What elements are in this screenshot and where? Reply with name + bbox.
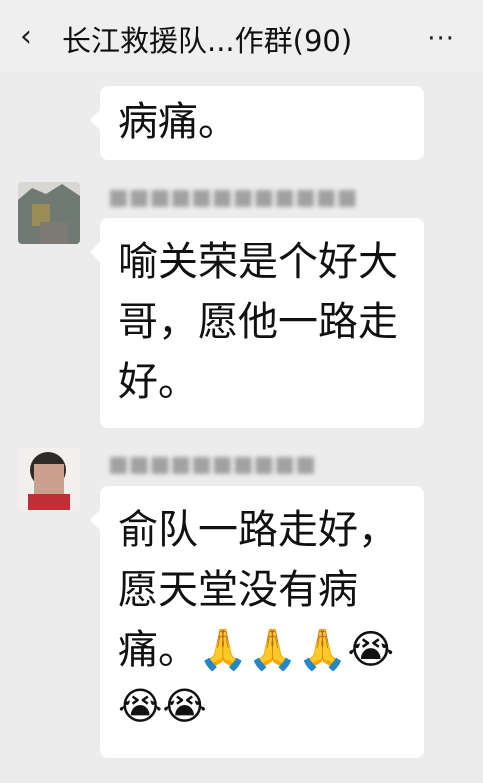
message-2-line-3: 好。	[118, 359, 198, 405]
avatar-sender-3[interactable]	[18, 448, 80, 510]
back-arrow-icon[interactable]: ‹	[20, 22, 50, 52]
message-bubble-3[interactable]: 俞队一路走好， 愿天堂没有病 痛。🙏🙏🙏😭 😭😭	[90, 486, 424, 758]
message-3-line-4: 😭😭	[118, 684, 207, 728]
message-3-line-2: 愿天堂没有病	[118, 567, 358, 613]
message-3-line-1: 俞队一路走好，	[118, 507, 398, 553]
avatar-image-3	[18, 448, 80, 510]
message-2-line-1: 喻关荣是个好大	[118, 239, 398, 285]
chat-title: 长江救援队...作群(90)	[62, 24, 353, 58]
message-bubble-1[interactable]: 病痛。	[90, 86, 424, 160]
more-options-icon[interactable]: ···	[427, 24, 455, 54]
message-2-line-2: 哥，愿他一路走	[118, 299, 398, 345]
sender-name-2: ■■■■■■■■■■■■	[108, 185, 358, 210]
avatar-sender-2[interactable]	[18, 182, 80, 244]
message-1-line-1: 病痛。	[118, 99, 238, 145]
chat-header: ‹ 长江救援队...作群(90) ···	[0, 0, 483, 72]
message-3-line-3: 痛。🙏🙏🙏😭	[118, 627, 395, 673]
message-bubble-2[interactable]: 喻关荣是个好大 哥，愿他一路走 好。	[90, 218, 424, 428]
avatar-image-2	[18, 182, 80, 244]
sender-name-3: ■■■■■■■■■■	[108, 452, 316, 477]
